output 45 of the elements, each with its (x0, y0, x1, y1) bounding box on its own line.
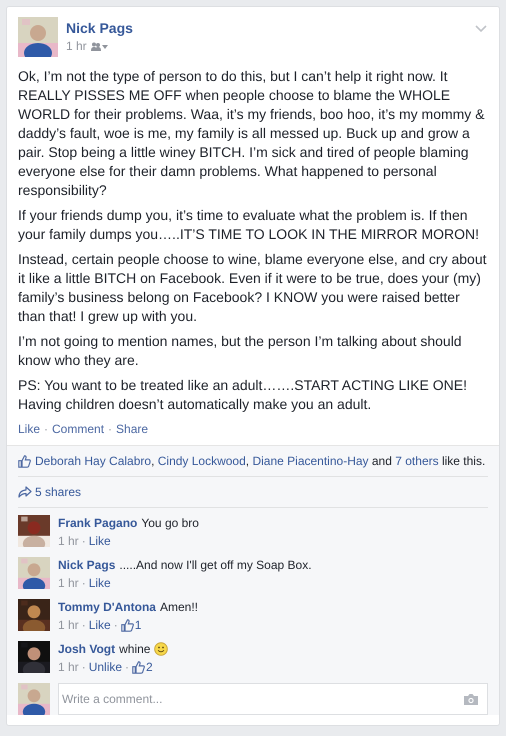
post-paragraph: Ok, I’m not the type of person to do this, but I can’t help it right now. It REALLY PISSES ME OFF when people choose to blame the WHOLE WORLD for their problems. Waa, it’s my friends, boo hoo, it’s my mommy & daddy’s fault, woe is me, my family is all messed up. Buck up and grow a pair. Stop being a little winey BITCH. I’m sick and tired of people blaming everyone else for their damn problems. What happened to personal responsibility? (18, 67, 486, 200)
post-paragraph: Instead, certain people choose to wine, blame everyone else, and cry about it like a little BITCH on Facebook. Even if it were to be true, does your (my) family’s business belong on Facebook? I KNOW you were raised better than that! I grew up with you. (18, 250, 488, 326)
comment-like-link[interactable]: Like (88, 533, 111, 549)
liker-link[interactable]: Diane Piacentino-Hay (252, 454, 369, 468)
liker-link[interactable]: Deborah Hay Calabro (35, 454, 152, 468)
comment-text: .....And now I'll get off my Soap Box. (119, 557, 312, 573)
comment-like-link[interactable]: Like (88, 575, 111, 591)
thumbs-up-icon (18, 454, 31, 468)
likes-summary: Deborah Hay Calabro, Cindy Lockwood, Diane Piacentino-Hay and 7 others like this. (35, 453, 486, 470)
comment-text: Amen!! (160, 599, 198, 615)
separator-dot: · (114, 617, 118, 633)
post-paragraph: I’m not going to mention names, but the person I’m talking about should know who they are. (18, 332, 463, 370)
comment-author-link[interactable]: Frank Pagano (58, 515, 138, 531)
share-arrow-icon (18, 486, 32, 498)
liker-link[interactable]: Cindy Lockwood (158, 454, 246, 468)
post-paragraph: PS: You want to be treated like an adult…….START ACTING LIKE ONE! Having children doesn’t automatically make you an adult. (18, 376, 468, 414)
comment-text: You go bro (141, 515, 199, 531)
chevron-down-icon[interactable] (475, 25, 487, 33)
comment-like-link[interactable]: Unlike (88, 659, 122, 675)
separator-dot: · (108, 421, 112, 438)
post-action-link[interactable]: Like (18, 420, 40, 438)
camera-icon[interactable] (463, 693, 479, 706)
like-count[interactable]: 1 (134, 617, 142, 633)
thumbs-up-icon (120, 618, 134, 632)
post-paragraph: If your friends dump you, it’s time to evaluate what the problem is. If then your family dumps you…..IT’S TIME TO LOOK IN THE MIRROR MORON! (18, 206, 480, 244)
comment-text: whine (119, 641, 150, 657)
post-action-link[interactable]: Share (116, 420, 148, 438)
comment-author-link[interactable]: Tommy D'Antona (58, 599, 156, 615)
thumbs-up-icon (132, 660, 146, 674)
separator-dot: · (82, 533, 86, 549)
separator-dot: · (82, 575, 86, 591)
separator-dot: · (82, 617, 86, 633)
separator-dot: · (44, 421, 48, 438)
like-count[interactable]: 2 (146, 659, 153, 675)
separator-dot: · (125, 659, 130, 675)
comment-author-link[interactable]: Josh Vogt (58, 641, 116, 657)
author-link[interactable]: Nick Pags (66, 19, 133, 37)
post-action-link[interactable]: Comment (52, 420, 104, 438)
separator-dot: · (82, 659, 86, 675)
comment-field[interactable]: Write a comment... (58, 683, 488, 715)
comment-author-link[interactable]: Nick Pags (58, 557, 116, 573)
shares-link[interactable]: 5 shares (35, 483, 82, 501)
comment-like-link[interactable]: Like (88, 617, 111, 633)
audience-icon[interactable] (90, 42, 109, 50)
others-link[interactable]: 7 others (395, 454, 439, 468)
